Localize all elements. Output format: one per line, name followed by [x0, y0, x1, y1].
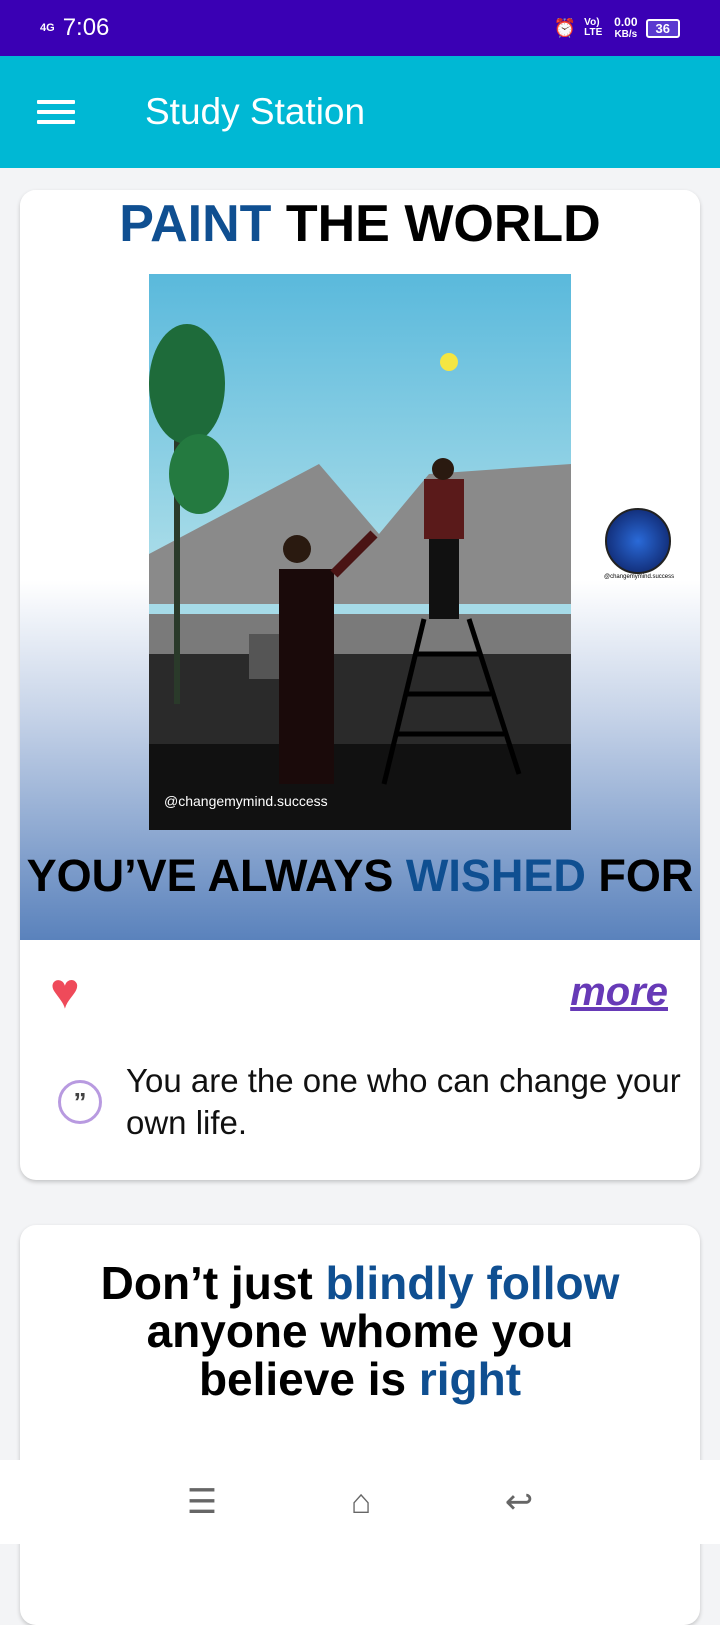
poster-caption: YOU’VE ALWAYS WISHED FOR [20, 850, 700, 902]
menu-icon[interactable]: ☰ [187, 1482, 217, 1522]
title-word: PAINT [119, 195, 272, 253]
logo-text: @changemymind.success [604, 574, 675, 580]
caption-a: YOU’VE ALWAYS [26, 850, 406, 901]
speed-unit: KB/s [614, 28, 638, 40]
net-speed: 0.00 [614, 14, 638, 29]
poster-title: PAINT THE WORLD [20, 194, 700, 254]
image-watermark: @changemymind.success [164, 793, 328, 809]
brand-logo: @changemymind.success [604, 508, 675, 580]
system-nav-bar: ☰ ⌂ ↩ [0, 1460, 720, 1544]
line1b: blindly follow [325, 1257, 620, 1309]
back-icon[interactable]: ↩ [505, 1482, 534, 1522]
caption-c: FOR [585, 850, 694, 901]
clock: 7:06 [62, 14, 110, 41]
line3a: believe is [198, 1353, 419, 1405]
alarm-icon: ⏰ [553, 17, 577, 38]
caption-b: WISHED [405, 850, 586, 901]
post-image[interactable]: PAINT THE WORLD @changemymind.success @c… [20, 190, 700, 940]
illustration: @changemymind.success [149, 274, 571, 830]
post-card: PAINT THE WORLD @changemymind.success @c… [20, 190, 700, 1180]
app-bar: Study Station [0, 56, 720, 168]
poster-title: Don’t just blindly follow anyone whome y… [20, 1259, 700, 1403]
more-link[interactable]: more [570, 970, 668, 1015]
status-bar: 4G 7:06 ⏰ Vo) LTE 0.00 KB/s 36 [0, 0, 720, 56]
post-card: Don’t just blindly follow anyone whome y… [20, 1225, 700, 1625]
like-heart-icon[interactable]: ♥ [50, 966, 80, 1016]
line2: anyone whome you [146, 1305, 574, 1357]
app-title: Study Station [145, 91, 366, 132]
hamburger-menu-icon[interactable] [37, 94, 75, 130]
volte-indicator: Vo) LTE [584, 17, 603, 38]
home-icon[interactable]: ⌂ [351, 1483, 372, 1522]
quote-text: You are the one who can change your own … [126, 1062, 681, 1141]
line1a: Don’t just [100, 1257, 326, 1309]
quote-icon: ” [58, 1080, 102, 1124]
line3b: right [418, 1353, 522, 1405]
signal-icon: 4G [40, 22, 55, 34]
title-rest: THE WORLD [271, 195, 601, 253]
battery-icon: 36 [645, 18, 680, 38]
